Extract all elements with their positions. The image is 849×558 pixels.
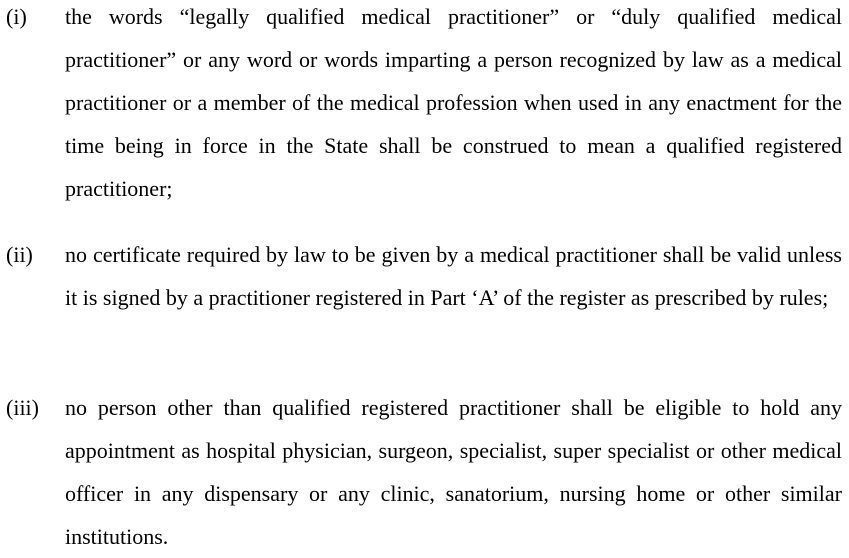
clause-text: the words “legally qualified medical pra…	[65, 4, 842, 201]
clause-number: (iii)	[6, 395, 39, 420]
clause-number: (ii)	[6, 242, 33, 267]
clause-text: no person other than qualified registere…	[65, 395, 842, 549]
clause-text: no certificate required by law to be giv…	[65, 242, 842, 310]
document-page: (i) the words “legally qualified medical…	[0, 0, 849, 552]
clause-number: (i)	[6, 4, 27, 29]
